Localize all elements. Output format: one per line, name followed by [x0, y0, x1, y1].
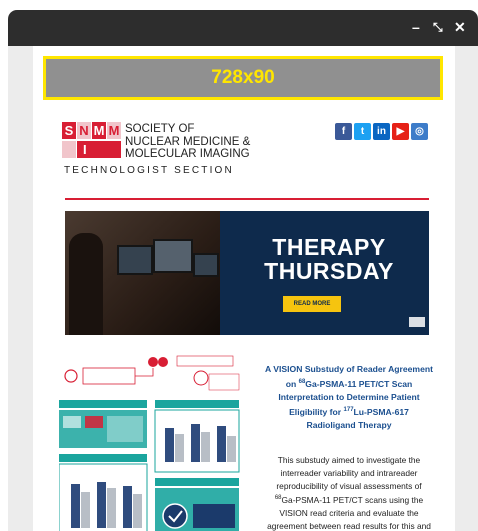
window-titlebar: – ⤡ ✕ — [8, 10, 478, 46]
logo-letter-i: I — [77, 141, 121, 158]
banner-photo — [65, 211, 220, 335]
monitor-graphic — [153, 239, 193, 273]
browser-window: – ⤡ ✕ 728x90 S N M M I SOCIETY OF NUCLEA… — [8, 10, 478, 531]
logo-letter-m2: M — [107, 122, 121, 139]
linkedin-icon[interactable]: in — [373, 123, 390, 140]
instagram-icon[interactable]: ◎ — [411, 123, 428, 140]
technologist-silhouette — [69, 233, 103, 335]
article-body-line: This substudy aimed to investigate the — [277, 455, 421, 465]
banner-title-line2: THURSDAY — [264, 258, 394, 284]
header-divider — [65, 198, 429, 200]
article-summary: This substudy aimed to investigate the i… — [254, 454, 444, 531]
logo-letter-n: N — [77, 122, 91, 139]
technologist-section-label: TECHNOLOGIST SECTION — [64, 165, 234, 176]
minimize-icon[interactable]: – — [412, 19, 420, 35]
article-title-line3: Interpretation to Determine Patient — [278, 391, 420, 402]
logo-block-light — [62, 141, 76, 158]
logo-line-3: MOLECULAR IMAGING — [125, 148, 250, 160]
monitor-graphic — [193, 253, 219, 277]
ad-placeholder[interactable]: 728x90 — [43, 56, 443, 100]
article-body-line: agreement between read results for this … — [267, 520, 431, 531]
article-title-line4: Eligibility for 177Lu-PSMA-617 — [289, 406, 409, 417]
logo-line-2: NUCLEAR MEDICINE & — [125, 135, 251, 148]
article-body-line: reproducibility of visual assessments of — [276, 480, 422, 491]
logo-wordmark: SOCIETY OF NUCLEAR MEDICINE & MOLECULAR … — [125, 123, 250, 161]
article-title[interactable]: A VISION Substudy of Reader Agreement on… — [251, 363, 447, 432]
article-title-line2: on 68Ga-PSMA-11 PET/CT Scan — [285, 378, 413, 389]
twitter-icon[interactable]: t — [354, 123, 371, 140]
article-title-line5: Radioligand Therapy — [306, 419, 392, 430]
article-body-line: 68Ga-PSMA-11 PET/CT scans using the — [274, 495, 424, 506]
logo-letter-s: S — [62, 122, 76, 139]
read-more-button[interactable]: READ MORE — [283, 296, 341, 312]
snmmi-logo[interactable]: S N M M I — [62, 122, 121, 159]
banner-title-line1: THERAPY — [272, 234, 386, 260]
youtube-icon[interactable]: ▶ — [392, 123, 409, 140]
logo-line-1: SOCIETY OF — [125, 123, 195, 135]
logo-letter-m: M — [92, 122, 106, 139]
therapy-thursday-banner[interactable]: THERAPY THURSDAY READ MORE — [65, 211, 429, 335]
article-title-line1: A VISION Substudy of Reader Agreement — [265, 364, 433, 374]
email-content: 728x90 S N M M I SOCIETY OF NUCLEAR MEDI… — [33, 46, 455, 531]
article-body-line: VISION read criteria and evaluate the — [279, 507, 419, 518]
facebook-icon[interactable]: f — [335, 123, 352, 140]
article-body-line: interreader variability and intrareader — [280, 467, 418, 478]
close-icon[interactable]: ✕ — [454, 19, 466, 35]
social-links: f t in ▶ ◎ — [335, 123, 428, 140]
banner-logo-mark — [409, 317, 425, 328]
infographic-graphic — [58, 355, 240, 531]
restore-icon[interactable]: ⤡ — [433, 19, 443, 35]
article-infographic[interactable] — [58, 354, 243, 531]
banner-title: THERAPY THURSDAY — [233, 235, 425, 283]
monitor-graphic — [117, 245, 153, 275]
